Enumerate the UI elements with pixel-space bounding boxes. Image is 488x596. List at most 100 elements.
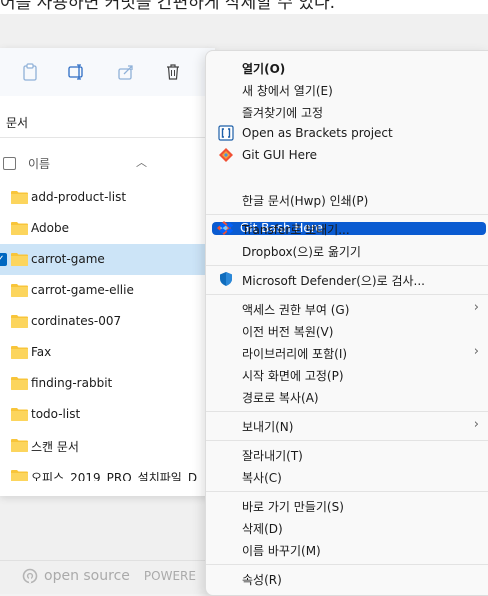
address-path: 문서 [6,116,29,130]
menu-item-label: 시작 화면에 고정(P) [242,369,344,383]
menu-item-send-to[interactable]: 보내기(N) › [214,414,488,436]
row-checkbox-checked[interactable]: ✓ [0,253,7,266]
folder-icon [11,346,28,359]
menu-item-open-new-window[interactable]: 새 창에서 열기(E) [214,78,488,100]
menu-item-label: 바로 가기 만들기(S) [242,500,344,514]
menu-item-label: 새 창에서 열기(E) [242,84,333,98]
menu-item-label: 이전 버전 복원(V) [242,325,334,339]
menu-separator [206,265,488,266]
folder-icon [11,470,28,481]
menu-item-restore-previous[interactable]: 이전 버전 복원(V) [214,319,488,341]
menu-separator [206,294,488,295]
menu-item-copy[interactable]: 복사(C) [214,465,488,487]
menu-item-create-shortcut[interactable]: 바로 가기 만들기(S) [214,494,488,516]
menu-item-label: 한글 문서(Hwp) 인쇄(P) [242,194,369,208]
folder-icon [11,315,28,328]
file-row[interactable]: todo-list [0,399,215,430]
powered-by-text: POWERE [143,569,196,583]
context-menu: 열기(O) 새 창에서 열기(E) 즐겨찾기에 고정 Open as Brack… [205,50,488,596]
menu-item-open-brackets[interactable]: Open as Brackets project [214,122,488,144]
dropbox-icon [218,222,234,234]
menu-item-defender-scan[interactable]: Microsoft Defender(으)로 검사... [214,268,488,290]
file-name: todo-list [31,407,81,421]
file-row[interactable]: carrot-game-ellie [0,275,215,306]
brackets-icon [218,125,234,141]
sort-ascending-icon: ︿ [136,156,147,169]
menu-separator [206,214,488,215]
menu-item-include-library[interactable]: 라이브러리에 포함(I) › [214,341,488,363]
folder-icon [11,439,28,452]
menu-item-label: Git GUI Here [242,148,318,162]
file-name: 스캔 문서 [31,440,79,454]
menu-item-label: 복사(C) [242,471,282,485]
file-name: carrot-game-ellie [31,283,134,297]
brand-bar: open source POWERE [22,568,196,584]
file-explorer-window: 문서 이름 ︿ add-product-list Adobe ✓ carrot-… [0,48,215,496]
menu-item-pin-favorites[interactable]: 즐겨찾기에 고정 [214,100,488,122]
file-row-selected[interactable]: ✓ carrot-game [0,244,215,275]
menu-item-label: 삭제(D) [242,522,283,536]
shield-icon [220,272,232,286]
trash-icon [167,64,179,80]
rename-button[interactable] [64,60,90,84]
menu-separator [206,491,488,492]
chevron-right-icon: › [473,344,479,359]
address-bar[interactable]: 문서 [0,108,215,138]
file-name: cordinates-007 [31,314,122,328]
command-bar [0,48,215,96]
chevron-right-icon: › [473,417,479,432]
file-row[interactable]: add-product-list [0,182,215,213]
menu-item-copy-path[interactable]: 경로로 복사(A) [214,385,488,407]
menu-item-dropbox[interactable]: Dropbox(으)로 옮기기 [214,239,488,261]
menu-item-label: 속성(R) [242,573,282,587]
file-name: Fax [31,345,52,359]
folder-icon [11,222,28,235]
select-all-checkbox[interactable] [3,156,16,170]
brand-name: open source [44,568,130,584]
menu-item-label: 열기(O) [242,62,286,76]
git-gui-icon [219,148,233,162]
share-icon [118,65,133,80]
file-row[interactable]: Fax [0,337,215,368]
menu-item-open[interactable]: 열기(O) [214,56,488,78]
menu-item-pin-start[interactable]: 시작 화면에 고정(P) [214,363,488,385]
menu-separator [206,564,488,565]
menu-item-hwp-print[interactable]: 한글 문서(Hwp) 인쇄(P) [214,188,488,210]
file-list: add-product-list Adobe ✓ carrot-game car… [0,182,215,481]
delete-button[interactable] [160,60,186,84]
file-name: 오피스_2019_PRO_설치파일_D [31,471,198,481]
folder-icon [11,253,28,266]
menu-item-cut[interactable]: 잘라내기(T) [214,443,488,465]
menu-item-delete[interactable]: 삭제(D) [214,516,488,538]
file-row[interactable]: 스캔 문서 [0,430,215,461]
menu-item-label: Dropbox(으)로 옮기기 [242,245,361,259]
menu-item-label: Transfer로 보내기... [242,223,350,237]
paste-button[interactable] [17,60,43,84]
menu-item-transfer[interactable]: Transfer로 보내기... [214,217,488,239]
file-row[interactable]: finding-rabbit [0,368,215,399]
file-row[interactable]: 오피스_2019_PRO_설치파일_D [0,461,215,481]
folder-icon [11,284,28,297]
column-label-name: 이름 [28,156,51,171]
caption-text: 어를 사용하면 커밋을 간편하게 삭제할 수 있다. [0,0,488,14]
menu-item-label: 액세스 권한 부여 (G) [242,303,350,317]
menu-item-label: Open as Brackets project [242,126,393,140]
menu-item-label: 즐겨찾기에 고정 [242,106,324,120]
open-source-logo-icon [22,568,38,584]
menu-item-properties[interactable]: 속성(R) [214,567,488,589]
menu-item-git-gui[interactable]: Git GUI Here [214,144,488,166]
menu-item-label: 라이브러리에 포함(I) [242,347,348,361]
menu-item-label: 보내기(N) [242,420,294,434]
menu-separator [206,440,488,441]
folder-icon [11,191,28,204]
column-header-name[interactable]: 이름 ︿ [0,148,215,178]
file-name: carrot-game [31,252,105,266]
folder-icon [11,377,28,390]
file-row[interactable]: cordinates-007 [0,306,215,337]
divider [0,560,215,561]
menu-item-rename[interactable]: 이름 바꾸기(M) [214,538,488,560]
file-row[interactable]: Adobe [0,213,215,244]
file-name: Adobe [31,221,69,235]
menu-item-grant-access[interactable]: 액세스 권한 부여 (G) › [214,297,488,319]
share-button[interactable] [113,60,139,84]
